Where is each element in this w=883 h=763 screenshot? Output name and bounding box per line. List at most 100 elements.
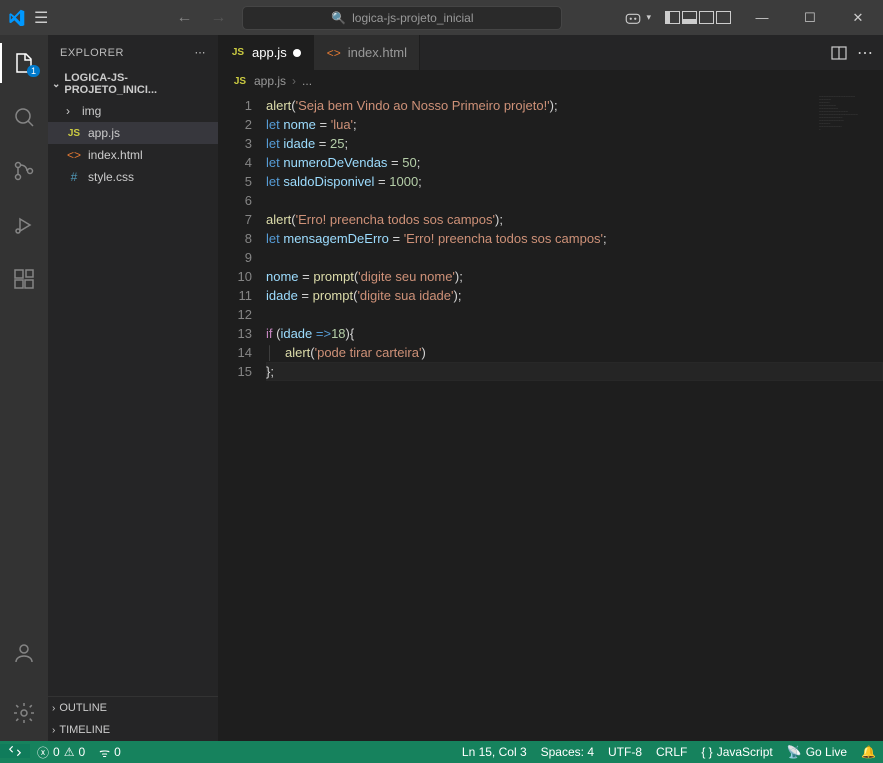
warning-count: 0 bbox=[78, 745, 85, 759]
search-icon: 🔍 bbox=[331, 11, 346, 25]
breadcrumb-rest: ... bbox=[302, 74, 312, 88]
project-root[interactable]: ⌄ LOGICA-JS-PROJETO_INICI... bbox=[48, 70, 218, 98]
breadcrumb[interactable]: JS app.js › ... bbox=[218, 70, 883, 92]
code-line[interactable]: nome = prompt('digite seu nome'); bbox=[266, 267, 883, 286]
activity-extensions[interactable] bbox=[0, 259, 48, 299]
code-line[interactable] bbox=[266, 248, 883, 267]
bell-icon: 🔔 bbox=[861, 745, 876, 759]
code-line[interactable]: let mensagemDeErro = 'Erro! preencha tod… bbox=[266, 229, 883, 248]
status-language[interactable]: { }JavaScript bbox=[694, 745, 779, 759]
outline-label: OUTLINE bbox=[59, 702, 107, 714]
status-eol[interactable]: CRLF bbox=[649, 745, 694, 759]
explorer-more-icon[interactable]: ⋯ bbox=[195, 46, 207, 59]
code-editor[interactable]: 123456789101112131415 alert('Seja bem Vi… bbox=[218, 92, 883, 741]
code-line[interactable]: let idade = 25; bbox=[266, 134, 883, 153]
breadcrumb-file-icon: JS bbox=[232, 76, 248, 87]
window-close-icon[interactable]: ✕ bbox=[841, 10, 875, 26]
warning-icon: ⚠ bbox=[64, 745, 75, 759]
layout-sidebar-right-icon[interactable] bbox=[699, 11, 714, 24]
css-icon: # bbox=[66, 170, 82, 184]
layout-controls[interactable] bbox=[665, 11, 731, 24]
editor-tab[interactable]: <> index.html bbox=[314, 35, 420, 70]
tab-more-icon[interactable]: ⋯ bbox=[857, 43, 873, 63]
code-line[interactable]: let numeroDeVendas = 50; bbox=[266, 153, 883, 172]
command-center-search[interactable]: 🔍 logica-js-projeto_inicial bbox=[242, 6, 562, 30]
code-content[interactable]: alert('Seja bem Vindo ao Nosso Primeiro … bbox=[266, 92, 883, 741]
status-indent[interactable]: Spaces: 4 bbox=[534, 745, 601, 759]
tab-label: index.html bbox=[348, 45, 407, 60]
file-tree-item[interactable]: # style.css bbox=[48, 166, 218, 188]
activity-accounts[interactable] bbox=[0, 633, 48, 673]
code-line[interactable]: let saldoDisponivel = 1000; bbox=[266, 172, 883, 191]
code-line[interactable]: alert('Erro! preencha todos sos campos')… bbox=[266, 210, 883, 229]
vscode-logo-icon bbox=[8, 9, 26, 27]
activity-source-control[interactable] bbox=[0, 151, 48, 191]
js-icon: JS bbox=[66, 128, 82, 139]
code-line[interactable]: idade = prompt('digite sua idade'); bbox=[266, 286, 883, 305]
code-line[interactable]: let nome = 'lua'; bbox=[266, 115, 883, 134]
outline-section[interactable]: ›OUTLINE bbox=[48, 697, 218, 719]
activity-settings[interactable] bbox=[0, 693, 48, 733]
file-tree-item[interactable]: JS app.js bbox=[48, 122, 218, 144]
layout-panel-icon[interactable] bbox=[682, 11, 697, 24]
activity-explorer[interactable]: 1 bbox=[0, 43, 48, 83]
editor-tab[interactable]: JSapp.js bbox=[218, 35, 314, 70]
code-line[interactable]: }; bbox=[266, 362, 883, 381]
menu-icon[interactable]: ☰ bbox=[34, 8, 48, 28]
dirty-indicator-icon bbox=[293, 49, 301, 57]
file-tree-item[interactable]: › img bbox=[48, 100, 218, 122]
file-tree-item[interactable]: <> index.html bbox=[48, 144, 218, 166]
editor-group: JSapp.js<>index.html ⋯ JS app.js › ... 1… bbox=[218, 35, 883, 741]
window-minimize-icon[interactable]: — bbox=[745, 10, 779, 25]
status-problems[interactable]: ⓧ0 ⚠0 bbox=[30, 744, 92, 761]
html-icon: <> bbox=[326, 46, 342, 60]
explorer-sidebar: EXPLORER ⋯ ⌄ LOGICA-JS-PROJETO_INICI... … bbox=[48, 35, 218, 741]
split-editor-icon[interactable] bbox=[831, 46, 847, 60]
status-bell[interactable]: 🔔 bbox=[854, 745, 883, 759]
window-maximize-icon[interactable]: ☐ bbox=[793, 10, 827, 26]
code-line[interactable]: if (idade =>18){ bbox=[266, 324, 883, 343]
line-gutter: 123456789101112131415 bbox=[218, 92, 266, 741]
explorer-title: EXPLORER bbox=[60, 47, 124, 59]
status-bar: ⓧ0 ⚠0 ᯤ0 Ln 15, Col 3 Spaces: 4 UTF-8 CR… bbox=[0, 741, 883, 763]
code-line[interactable] bbox=[266, 305, 883, 324]
code-line[interactable] bbox=[266, 191, 883, 210]
html-icon: <> bbox=[66, 148, 82, 162]
layout-custom-icon[interactable] bbox=[716, 11, 731, 24]
editor-tabs: JSapp.js <> index.html ⋯ bbox=[218, 35, 883, 70]
js-icon: JS bbox=[230, 47, 246, 58]
project-name: LOGICA-JS-PROJETO_INICI... bbox=[64, 72, 214, 96]
search-text: logica-js-projeto_inicial bbox=[352, 11, 473, 25]
code-line[interactable]: alert('Seja bem Vindo ao Nosso Primeiro … bbox=[266, 96, 883, 115]
ports-count: 0 bbox=[114, 745, 121, 759]
timeline-section[interactable]: ›TIMELINE bbox=[48, 719, 218, 741]
layout-sidebar-left-icon[interactable] bbox=[665, 11, 680, 24]
status-ports[interactable]: ᯤ0 bbox=[92, 744, 128, 761]
nav-forward-icon[interactable]: → bbox=[210, 9, 226, 27]
file-label: app.js bbox=[88, 126, 120, 140]
file-label: style.css bbox=[88, 170, 134, 184]
activity-bar: 1 bbox=[0, 35, 48, 741]
status-encoding[interactable]: UTF-8 bbox=[601, 745, 649, 759]
breadcrumb-file: app.js bbox=[254, 74, 286, 88]
folder-icon: › bbox=[60, 104, 76, 118]
remote-indicator[interactable] bbox=[0, 744, 30, 758]
file-tree: › imgJS app.js <> index.html # style.css bbox=[48, 98, 218, 190]
broadcast-icon: 📡 bbox=[787, 745, 802, 759]
file-label: index.html bbox=[88, 148, 143, 162]
error-icon: ⓧ bbox=[37, 744, 49, 761]
copilot-icon[interactable] bbox=[624, 10, 642, 26]
braces-icon: { } bbox=[701, 745, 712, 759]
error-count: 0 bbox=[53, 745, 60, 759]
status-cursor-position[interactable]: Ln 15, Col 3 bbox=[455, 745, 534, 759]
status-golive[interactable]: 📡Go Live bbox=[780, 745, 854, 759]
radio-icon: ᯤ bbox=[99, 744, 110, 761]
chevron-down-icon: ⌄ bbox=[52, 79, 60, 90]
explorer-badge: 1 bbox=[27, 65, 40, 77]
activity-run-debug[interactable] bbox=[0, 205, 48, 245]
file-label: img bbox=[82, 104, 101, 118]
activity-search[interactable] bbox=[0, 97, 48, 137]
code-line[interactable]: │ alert('pode tirar carteira') bbox=[266, 343, 883, 362]
timeline-label: TIMELINE bbox=[59, 724, 110, 736]
nav-back-icon[interactable]: ← bbox=[176, 9, 192, 27]
